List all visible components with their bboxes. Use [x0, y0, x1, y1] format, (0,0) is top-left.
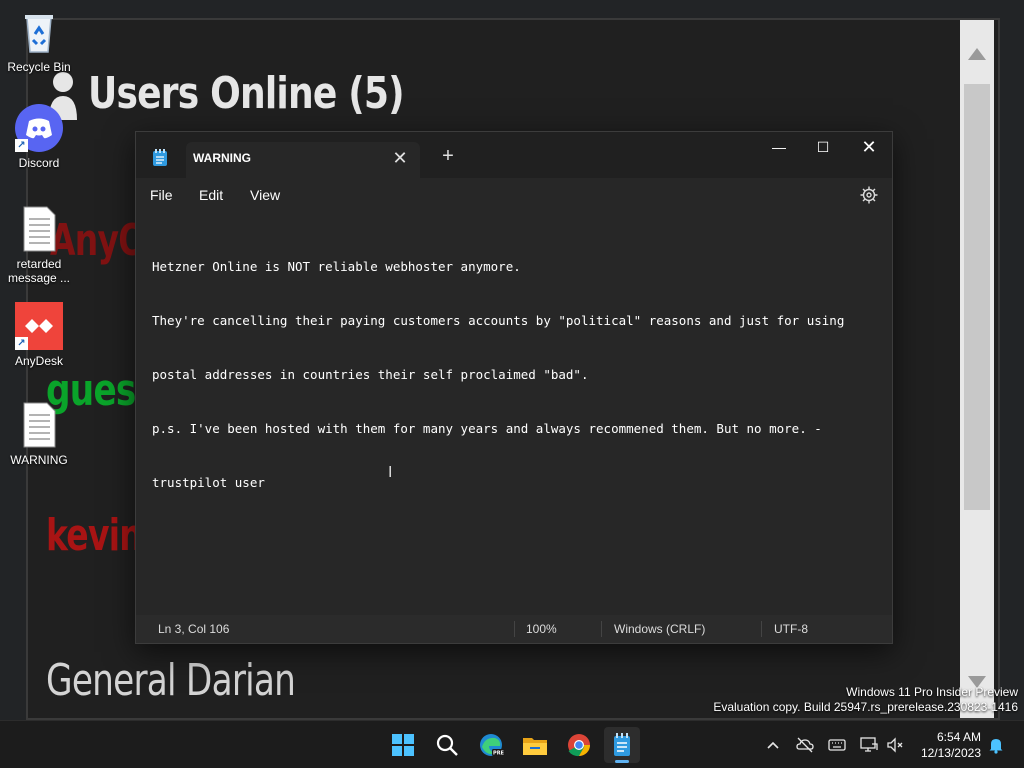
maximize-button[interactable]: ☐	[800, 132, 846, 162]
users-online-heading: Users Online (5)	[88, 68, 405, 119]
scroll-thumb[interactable]	[964, 84, 990, 510]
document-text[interactable]: Hetzner Online is NOT reliable webhoster…	[152, 222, 888, 528]
volume-muted-icon[interactable]	[885, 735, 905, 755]
text-line: trustpilot user	[152, 475, 265, 490]
discord-icon: ↗	[15, 104, 63, 152]
text-line: postal addresses in countries their self…	[152, 367, 589, 382]
file-explorer-icon	[523, 738, 547, 755]
search-button[interactable]	[429, 727, 465, 763]
chrome-icon	[568, 734, 590, 757]
status-bar: Ln 3, Col 106 100% Windows (CRLF) UTF-8	[136, 615, 892, 643]
text-editor[interactable]: Hetzner Online is NOT reliable webhoster…	[136, 214, 892, 615]
shortcut-arrow-icon: ↗	[15, 337, 28, 350]
text-line: p.s. I've been hosted with them for many…	[152, 421, 822, 436]
text-file-icon	[15, 401, 63, 449]
recycle-bin-icon	[15, 8, 63, 56]
keyboard-icon[interactable]	[827, 735, 847, 755]
notification-bell-icon[interactable]	[986, 735, 1006, 755]
taskbar: PRE 6:54 AM 12/13/2023	[0, 720, 1024, 768]
online-user-name: kevin	[46, 510, 143, 561]
menu-bar: File Edit View	[136, 178, 892, 214]
text-cursor-icon: I	[388, 464, 393, 481]
desktop-icon-label: retarded message ...	[7, 257, 71, 285]
close-window-button[interactable]: ✕	[846, 132, 892, 162]
file-explorer-button[interactable]	[517, 727, 553, 763]
desktop-icon-label: Recycle Bin	[7, 60, 71, 74]
menu-file[interactable]: File	[144, 183, 179, 207]
edge-icon: PRE	[480, 734, 505, 757]
watermark-line: Windows 11 Pro Insider Preview	[846, 685, 1018, 699]
cursor-position: Ln 3, Col 106	[158, 622, 230, 636]
system-clock[interactable]: 6:54 AM 12/13/2023	[905, 729, 981, 761]
search-icon	[436, 734, 458, 756]
status-divider	[601, 621, 602, 637]
shortcut-arrow-icon: ↗	[15, 139, 28, 152]
notepad-icon	[153, 149, 167, 166]
tab-warning[interactable]: WARNING ✕	[186, 142, 420, 178]
desktop-icon-warning[interactable]: WARNING	[1, 401, 77, 467]
text-line: Hetzner Online is NOT reliable webhoster…	[152, 259, 521, 274]
background-scrollbar[interactable]	[960, 20, 994, 718]
gear-icon[interactable]	[860, 186, 878, 204]
minimize-button[interactable]: —	[756, 132, 802, 162]
display-icon[interactable]	[859, 735, 879, 755]
status-divider	[761, 621, 762, 637]
scroll-up-arrow-icon[interactable]	[968, 48, 986, 60]
new-tab-button[interactable]: +	[436, 144, 460, 168]
clock-date: 12/13/2023	[920, 746, 981, 760]
line-endings[interactable]: Windows (CRLF)	[614, 622, 705, 636]
text-line: They're cancelling their paying customer…	[152, 313, 845, 328]
online-user-name: General Darian	[46, 655, 296, 706]
windows-watermark: Windows 11 Pro Insider Preview Evaluatio…	[713, 685, 1018, 715]
tab-title: WARNING	[193, 151, 251, 165]
chrome-button[interactable]	[561, 727, 597, 763]
svg-text:PRE: PRE	[493, 751, 505, 757]
anydesk-icon: ↗	[15, 302, 63, 350]
notepad-taskbar-button[interactable]	[604, 727, 640, 763]
start-icon	[392, 734, 414, 756]
desktop-icon-retarded-message[interactable]: retarded message ...	[1, 205, 77, 285]
cloud-offline-icon[interactable]	[795, 735, 815, 755]
desktop-icon-label: AnyDesk	[14, 354, 64, 368]
edge-button[interactable]: PRE	[473, 727, 509, 763]
encoding[interactable]: UTF-8	[774, 622, 808, 636]
zoom-level[interactable]: 100%	[526, 622, 557, 636]
desktop-icon-label: Discord	[18, 156, 60, 170]
desktop-icon-discord[interactable]: ↗ Discord	[1, 104, 77, 170]
notepad-titlebar[interactable]: WARNING ✕ + — ☐ ✕	[136, 132, 892, 178]
desktop-icon-recycle-bin[interactable]: Recycle Bin	[1, 8, 77, 74]
desktop: Users Online (5) AnyO guest kevin Genera…	[0, 0, 1024, 768]
desktop-icon-label: WARNING	[10, 453, 68, 467]
status-divider	[514, 621, 515, 637]
close-tab-icon[interactable]: ✕	[390, 146, 410, 170]
menu-view[interactable]: View	[244, 183, 286, 207]
desktop-icon-anydesk[interactable]: ↗ AnyDesk	[1, 302, 77, 368]
menu-edit[interactable]: Edit	[193, 183, 229, 207]
notepad-window: WARNING ✕ + — ☐ ✕ File Edit View Hetzner…	[135, 131, 893, 644]
watermark-line: Evaluation copy. Build 25947.rs_prerelea…	[713, 700, 1018, 714]
start-button[interactable]	[385, 727, 421, 763]
clock-time: 6:54 AM	[936, 730, 981, 744]
text-file-icon	[15, 205, 63, 253]
notepad-icon	[614, 733, 630, 756]
chevron-up-icon[interactable]	[763, 735, 783, 755]
